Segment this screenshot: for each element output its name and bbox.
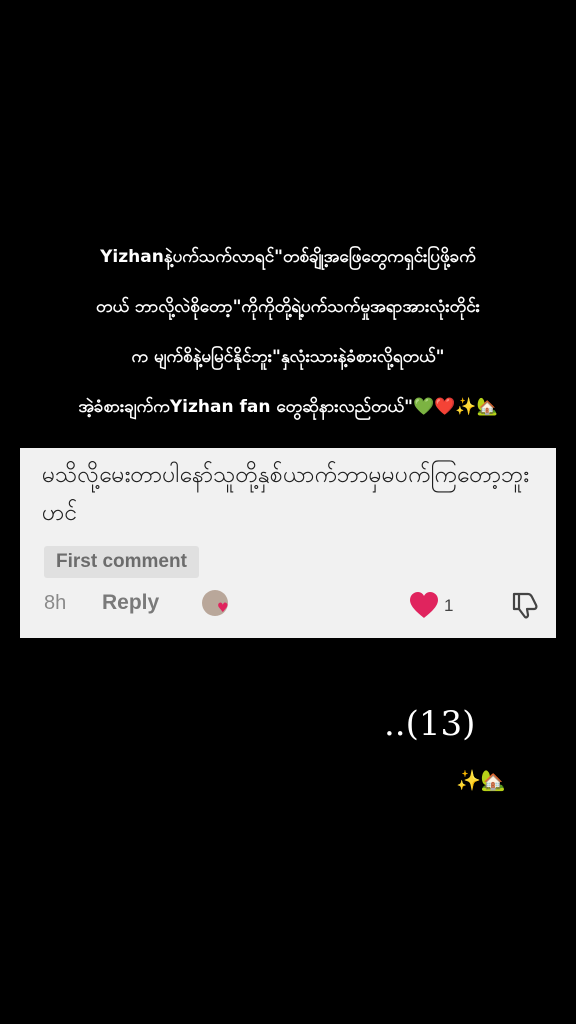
caption-line-1: Yizhanနဲ့ပက်သက်လာရင်"တစ်ချို့အဖြေတွေကရှင… (100, 247, 476, 267)
reply-button[interactable]: Reply (102, 591, 159, 615)
caption-line-3: က မျက်စိနဲ့မမြင်နိုင်ဘူး"နှလုံးသားနဲ့ခံစ… (131, 347, 445, 367)
creator-liked-heart-icon: ♥ (217, 601, 229, 616)
video-caption: Yizhanနဲ့ပက်သက်လာရင်"တစ်ချို့အဖြေတွေကရှင… (20, 232, 556, 432)
comment-timestamp: 8h (44, 592, 67, 614)
comment-text: မသိလို့မေးတာပါနော်သူတို့နှစ်ယာက်ဘာမှမပက်… (42, 462, 530, 526)
caption-line-4: အဲ့ခံစားချက်ကYizhan fan တွေဆိုနားလည်တယ်"… (78, 397, 498, 417)
first-comment-badge: First comment (44, 546, 199, 578)
like-count: 1 (444, 596, 454, 615)
like-heart-icon[interactable] (408, 590, 440, 620)
sparkle-house-emoji: ✨🏡 (456, 768, 506, 792)
caption-line-2: တယ် ဘာလို့လဲစိုတော့"ကိုကိုတို့ရဲ့ပက်သက်မ… (96, 297, 480, 317)
dislike-icon[interactable] (510, 590, 540, 620)
comment-card: မသိလို့မေးတာပါနော်သူတို့နှစ်ယာက်ဘာမှမပက်… (20, 448, 556, 638)
part-number-label: ..(13) (384, 704, 476, 744)
